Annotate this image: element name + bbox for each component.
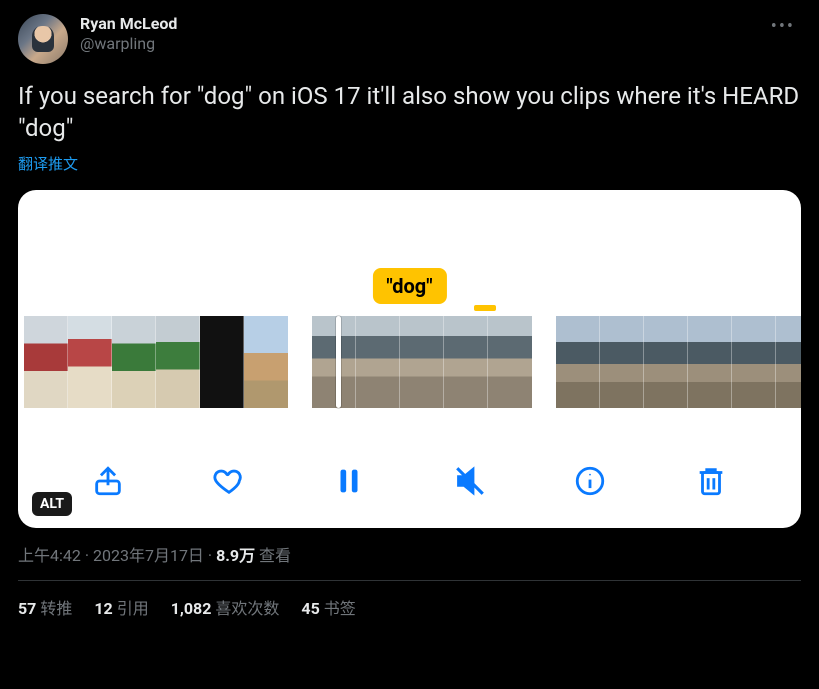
timeline-frame [444, 316, 488, 408]
video-timeline[interactable] [18, 316, 801, 408]
translate-link[interactable]: 翻译推文 [18, 153, 801, 174]
likes-stat[interactable]: 1,082喜欢次数 [171, 595, 280, 619]
mute-icon[interactable] [451, 462, 489, 500]
timeline-frame [200, 316, 244, 408]
timeline-frame [776, 316, 801, 408]
info-icon[interactable] [571, 462, 609, 500]
heart-icon[interactable] [210, 462, 248, 500]
tweet-text: If you search for "dog" on iOS 17 it'll … [18, 80, 801, 145]
media-toolbar [18, 462, 801, 500]
tweet-stats: 57转推 12引用 1,082喜欢次数 45书签 [18, 581, 801, 619]
trash-icon[interactable] [692, 462, 730, 500]
timeline-frame [24, 316, 68, 408]
timeline-frame [68, 316, 112, 408]
playhead[interactable] [336, 316, 341, 408]
clip-group[interactable] [556, 316, 801, 408]
timeline-marker [474, 305, 496, 311]
timeline-frame [244, 316, 288, 408]
tweet-date[interactable]: 2023年7月17日 [93, 546, 204, 565]
retweets-stat[interactable]: 57转推 [18, 595, 72, 619]
timeline-frame [600, 316, 644, 408]
tweet-container: Ryan McLeod @warpling ••• If you search … [0, 0, 819, 619]
timeline-frame [488, 316, 532, 408]
timeline-frame [356, 316, 400, 408]
timeline-frame [732, 316, 776, 408]
author-block[interactable]: Ryan McLeod @warpling [80, 14, 177, 54]
username: @warpling [80, 34, 177, 54]
bookmarks-stat[interactable]: 45书签 [301, 595, 355, 619]
display-name: Ryan McLeod [80, 14, 177, 34]
views-label: 查看 [259, 546, 291, 565]
tweet-time[interactable]: 上午4:42 [18, 546, 81, 565]
timeline-frame [400, 316, 444, 408]
tweet-meta: 上午4:42 · 2023年7月17日 · 8.9万 查看 [18, 542, 801, 566]
timeline-frame [312, 316, 356, 408]
quotes-stat[interactable]: 12引用 [94, 595, 148, 619]
media-card[interactable]: "dog" [18, 190, 801, 528]
alt-badge[interactable]: ALT [32, 492, 72, 516]
timeline-frame [644, 316, 688, 408]
search-term-badge: "dog" [372, 268, 446, 304]
clip-group[interactable] [312, 316, 532, 408]
tweet-header: Ryan McLeod @warpling ••• [18, 14, 801, 64]
pause-icon[interactable] [330, 462, 368, 500]
views-count: 8.9万 [216, 546, 255, 565]
more-icon[interactable]: ••• [765, 14, 801, 39]
timeline-frame [156, 316, 200, 408]
avatar[interactable] [18, 14, 68, 64]
share-icon[interactable] [89, 462, 127, 500]
clip-group[interactable] [24, 316, 288, 408]
timeline-frame [556, 316, 600, 408]
timeline-frame [688, 316, 732, 408]
timeline-frame [112, 316, 156, 408]
